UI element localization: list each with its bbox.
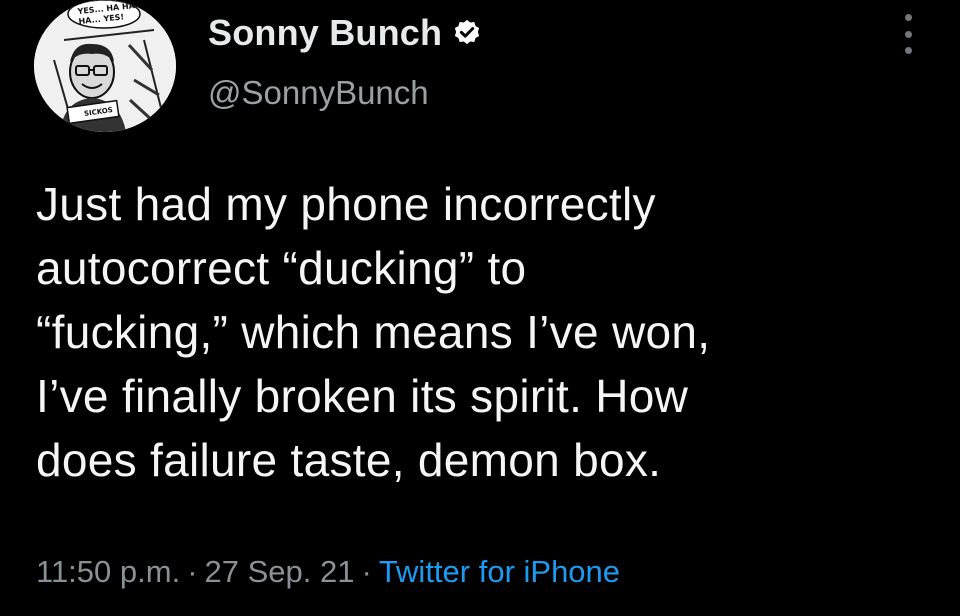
tweet-text-line: does failure taste, demon box. bbox=[36, 434, 662, 486]
tweet-text: Just had my phone incorrectly autocorrec… bbox=[36, 172, 936, 492]
meta-separator: · bbox=[361, 554, 372, 589]
tweet-source-link[interactable]: Twitter for iPhone bbox=[379, 554, 620, 589]
author-name-row: Sonny Bunch bbox=[208, 12, 482, 54]
tweet-metadata: 11:50 p.m. · 27 Sep. 21 · Twitter for iPhone bbox=[36, 554, 620, 590]
avatar[interactable]: YES... HA HA HA... YES! SICKOS bbox=[34, 0, 176, 132]
meta-separator: · bbox=[187, 554, 198, 589]
author-handle[interactable]: @SonnyBunch bbox=[208, 74, 429, 112]
display-name[interactable]: Sonny Bunch bbox=[208, 12, 442, 54]
tweet-text-line: autocorrect “ducking” to bbox=[36, 242, 527, 294]
tweet-date[interactable]: 27 Sep. 21 bbox=[205, 554, 355, 589]
vertical-ellipsis-icon[interactable] bbox=[896, 14, 920, 54]
tweet-time[interactable]: 11:50 p.m. bbox=[36, 554, 180, 589]
verified-badge-icon bbox=[455, 19, 480, 45]
tweet-text-line: “fucking,” which means I’ve won, bbox=[36, 306, 711, 358]
tweet-text-line: Just had my phone incorrectly bbox=[36, 178, 656, 230]
tweet-text-line: I’ve finally broken its spirit. How bbox=[36, 370, 689, 422]
